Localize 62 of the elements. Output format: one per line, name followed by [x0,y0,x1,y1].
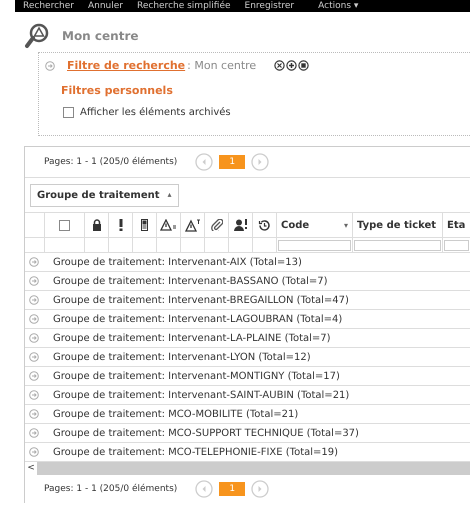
group-row-label: Groupe de traitement: Intervenant-LA-PLAINE (Total=7) [53,332,331,344]
group-row-label: Groupe de traitement: Intervenant-BREGAILLON (Total=47) [53,294,349,306]
next-page-icon[interactable] [251,153,270,171]
mobile-phone-icon [141,219,148,231]
expand-arrow-icon[interactable] [29,276,39,286]
column-header[interactable]: Code [281,220,310,230]
lock-icon [92,219,102,231]
column-header[interactable]: Eta [447,220,466,230]
group-row-label: Groupe de traitement: MCO-TELEPHONIE-FIXE (Total=19) [53,446,338,458]
previous-page-icon[interactable] [195,153,214,171]
expand-arrow-icon[interactable] [29,390,39,400]
exclamation-icon [118,219,122,231]
group-by-chip[interactable]: Groupe de traitement ▴ [30,184,179,206]
scroll-left-button[interactable]: < [25,462,37,475]
column-filter-field[interactable] [354,240,441,250]
warning-sort-icon [184,218,200,232]
expand-arrow-icon[interactable] [29,333,39,343]
filter-value: : Mon centre [187,59,256,72]
group-row-label: Groupe de traitement: Intervenant-LAGOUBRAN (Total=4) [53,314,342,324]
select-all-checkbox[interactable] [59,220,70,230]
previous-page-icon[interactable] [195,480,214,498]
clock-icon [258,218,271,232]
column-header[interactable]: Type de ticket [357,220,436,230]
save-icon[interactable] [298,60,310,71]
arrow-circle-icon[interactable] [45,60,55,70]
column-filter-field[interactable] [278,240,351,250]
sort-menu-icon[interactable]: ▾ [344,220,348,230]
search-alert-icon [24,23,50,49]
group-row-label: Groupe de traitement: MCO-MOBILITE (Total=21) [53,408,298,420]
group-row-label: Groupe de traitement: Intervenant-AIX (Total=13) [53,256,302,268]
expand-arrow-icon[interactable] [29,447,39,457]
expand-arrow-icon[interactable] [29,314,39,324]
menu-item[interactable]: Actions ▾ [318,0,358,12]
add-icon[interactable] [286,60,298,71]
expand-arrow-icon[interactable] [29,371,39,381]
person-alert-icon [234,219,247,231]
expand-arrow-icon[interactable] [29,409,39,419]
clear-icon[interactable] [274,60,286,71]
column-filter-field[interactable] [444,240,469,250]
menu-item[interactable]: Rechercher [23,0,74,12]
expand-arrow-icon[interactable] [29,428,39,438]
group-row-label: Groupe de traitement: Intervenant-MONTIGNY (Total=17) [53,370,340,382]
group-row-label: Groupe de traitement: Intervenant-BASSANO (Total=7) [53,276,328,286]
archived-label: Afficher les éléments archivés [80,107,231,118]
next-page-icon[interactable] [251,480,270,498]
expand-arrow-icon[interactable] [29,257,39,267]
expand-arrow-icon[interactable] [29,295,39,305]
expand-arrow-icon[interactable] [29,352,39,362]
group-row-label: Groupe de traitement: MCO-SUPPORT TECHNIQUE (Total=37) [53,428,359,438]
menu-item[interactable]: Recherche simplifiée [136,0,231,12]
horizontal-scrollbar[interactable]: < [25,462,470,475]
warning-level-icon [160,219,178,231]
pager-info: Pages: 1 - 1 (205/0 éléments) [44,484,178,494]
menu-item[interactable]: Annuler [88,0,123,12]
pager-info: Pages: 1 - 1 (205/0 éléments) [44,157,178,167]
menu-item[interactable]: Enregistrer [244,0,294,12]
group-row-label: Groupe de traitement: Intervenant-LYON (Total=12) [53,352,311,362]
personal-filters-heading: Filtres personnels [61,84,174,97]
archived-checkbox[interactable] [63,107,74,118]
paperclip-icon [210,219,222,231]
page-title: Mon centre [62,29,138,43]
group-row-label: Groupe de traitement: Intervenant-SAINT-AUBIN (Total=21) [53,390,350,400]
